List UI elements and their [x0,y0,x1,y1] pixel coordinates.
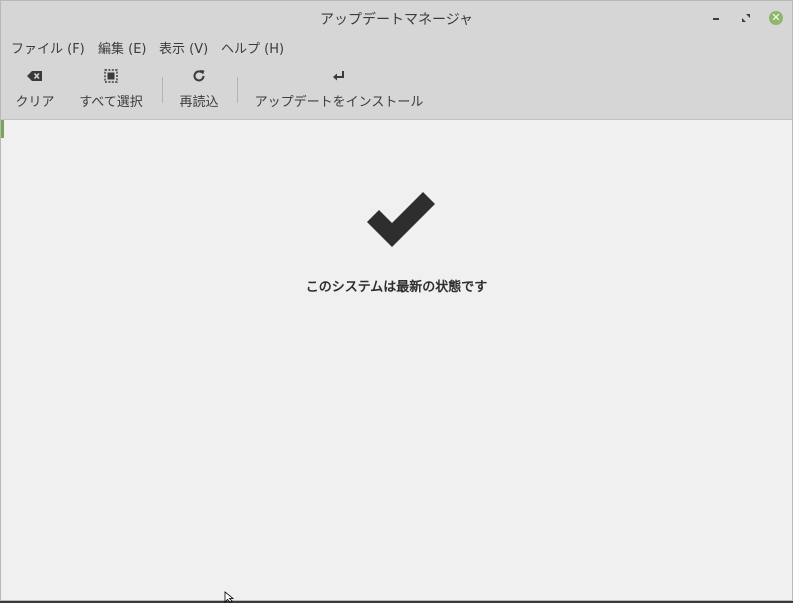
checkmark-icon [367,192,435,247]
menu-help[interactable]: ヘルプ (H) [221,38,284,57]
select-all-icon [104,69,118,83]
refresh-label: 再読込 [179,95,219,110]
backspace-icon [27,71,42,81]
close-icon: ✕ [771,11,781,24]
install-updates-label: アップデートをインストール [254,95,424,110]
menu-file[interactable]: ファイル (F) [11,38,85,57]
minimize-icon [713,18,719,20]
mouse-pointer-icon [224,591,234,603]
toolbar-separator [237,77,238,103]
window-title: アップデートマネージャ [319,12,474,28]
clear-button[interactable]: クリア [13,67,57,113]
return-arrow-icon [333,71,344,81]
status-message: このシステムは最新の状態です [305,280,488,295]
select-all-button[interactable]: すべて選択 [75,67,147,113]
maximize-button[interactable] [739,11,753,25]
close-button[interactable]: ✕ [769,11,783,25]
title-bar[interactable]: アップデートマネージャ ✕ [1,1,792,35]
toolbar: クリア すべて選択 再読込 アップデートをインストール [1,59,792,120]
update-manager-window: アップデートマネージャ ✕ ファイル (F) 編集 (E) 表示 (V) ヘルプ… [0,0,793,603]
side-accent [1,120,4,138]
menu-view[interactable]: 表示 (V) [159,38,208,57]
select-all-label: すべて選択 [79,95,143,110]
refresh-icon [193,70,205,82]
minimize-button[interactable] [709,11,723,25]
install-updates-button[interactable]: アップデートをインストール [251,67,427,113]
refresh-button[interactable]: 再読込 [176,67,222,113]
maximize-icon [742,14,750,22]
menu-edit[interactable]: 編集 (E) [98,38,147,57]
clear-label: クリア [15,95,55,110]
menu-bar: ファイル (F) 編集 (E) 表示 (V) ヘルプ (H) [1,35,792,59]
toolbar-separator [162,77,163,103]
